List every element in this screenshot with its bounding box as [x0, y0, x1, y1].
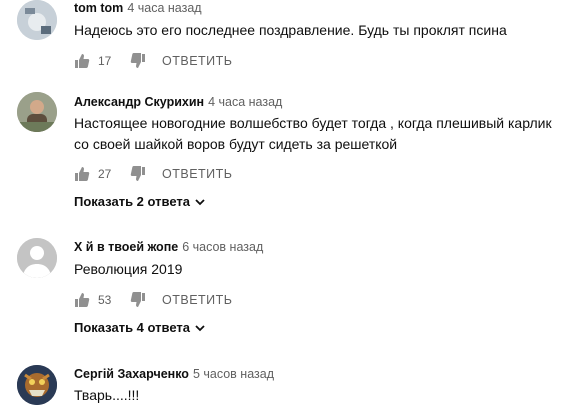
- like-count: 53: [98, 293, 112, 307]
- timestamp[interactable]: 6 часов назад: [182, 240, 263, 254]
- thumbs-up-icon[interactable]: [74, 292, 90, 308]
- avatar[interactable]: [17, 0, 57, 40]
- timestamp[interactable]: 4 часа назад: [208, 95, 282, 109]
- comment-actions: 17 ОТВЕТИТЬ: [74, 51, 233, 71]
- comment-meta: Х й в твоей жопе 6 часов назад: [74, 240, 263, 254]
- show-replies-label: Показать 2 ответа: [74, 194, 190, 209]
- reply-button[interactable]: ОТВЕТИТЬ: [162, 54, 233, 68]
- like-count: 17: [98, 54, 112, 68]
- thumbs-up-icon[interactable]: [74, 53, 90, 69]
- thumbs-up-icon[interactable]: [74, 166, 90, 182]
- reply-button[interactable]: ОТВЕТИТЬ: [162, 167, 233, 181]
- comment-actions: 27 ОТВЕТИТЬ: [74, 164, 233, 184]
- comment-meta: tom tom 4 часа назад: [74, 1, 202, 15]
- author-name[interactable]: tom tom: [74, 1, 123, 15]
- author-name[interactable]: Х й в твоей жопе: [74, 240, 178, 254]
- avatar[interactable]: [17, 92, 57, 132]
- avatar[interactable]: [17, 238, 57, 278]
- show-replies-button[interactable]: Показать 2 ответа: [74, 194, 206, 209]
- timestamp[interactable]: 5 часов назад: [193, 367, 274, 381]
- thumbs-down-icon[interactable]: [130, 292, 146, 308]
- show-replies-label: Показать 4 ответа: [74, 320, 190, 335]
- avatar[interactable]: [17, 365, 57, 405]
- chevron-down-icon: [195, 198, 205, 205]
- comment-meta: Александр Скурихин 4 часа назад: [74, 95, 282, 109]
- thumbs-down-icon[interactable]: [130, 166, 146, 182]
- comment-text: Тварь....!!!: [74, 387, 140, 403]
- author-name[interactable]: Сергій Захарченко: [74, 367, 189, 381]
- comment-actions: 53 ОТВЕТИТЬ: [74, 290, 233, 310]
- timestamp[interactable]: 4 часа назад: [127, 1, 201, 15]
- show-replies-button[interactable]: Показать 4 ответа: [74, 320, 206, 335]
- comment-meta: Сергій Захарченко 5 часов назад: [74, 367, 274, 381]
- comment-text: Революция 2019: [74, 261, 183, 277]
- comment-text: Настоящее новогодние волшебство будет то…: [74, 115, 552, 152]
- author-name[interactable]: Александр Скурихин: [74, 95, 204, 109]
- comment-text: Надеюсь это его последнее поздравление. …: [74, 22, 507, 38]
- reply-button[interactable]: ОТВЕТИТЬ: [162, 293, 233, 307]
- like-count: 27: [98, 167, 112, 181]
- chevron-down-icon: [195, 324, 205, 331]
- thumbs-down-icon[interactable]: [130, 53, 146, 69]
